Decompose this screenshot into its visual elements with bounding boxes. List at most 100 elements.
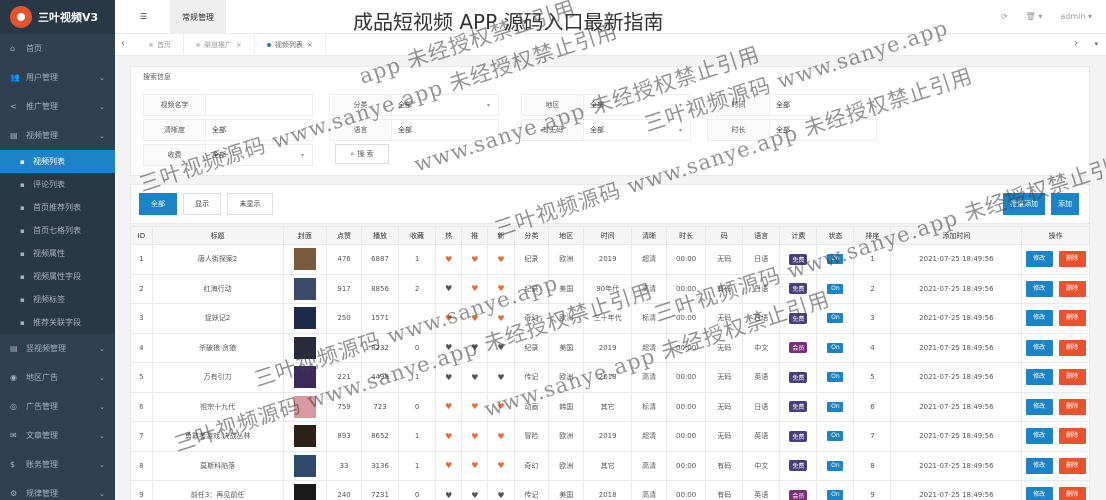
sidebar-subitem[interactable]: ▪ 首页推荐列表 (0, 196, 115, 219)
edit-button[interactable]: 修改 (1025, 369, 1053, 386)
add-button[interactable]: 添加 (1051, 193, 1079, 215)
column-header[interactable]: 时长 (666, 226, 707, 245)
column-header[interactable]: 排序 (853, 226, 892, 245)
heart-icon[interactable]: ♥ (445, 432, 452, 441)
edit-button[interactable]: 修改 (1025, 428, 1053, 445)
sidebar-item[interactable]: ◉ 地区广告 ⌄ (0, 363, 115, 392)
heart-icon[interactable]: ♥ (445, 491, 452, 500)
sidebar-item[interactable]: ⌂ 首页 (0, 34, 115, 63)
tab-scroll-left-icon[interactable]: ‹ (121, 38, 125, 49)
sidebar-item[interactable]: ▤ 视频管理 ⌄ (0, 121, 115, 150)
sidebar-item[interactable]: $ 账务管理 ⌄ (0, 450, 115, 479)
column-header[interactable]: 清晰 (631, 226, 668, 245)
cover-thumbnail[interactable] (293, 248, 316, 271)
cover-thumbnail[interactable] (293, 425, 316, 448)
status-toggle[interactable]: On (827, 490, 844, 500)
table-row[interactable]: 5 万有引力 221 4499 1 ♥ ♥ ♥ 传记 欧洲 2018 高清 00:00 无码 英语 免费 On 5… (130, 362, 1090, 393)
sidebar-subitem[interactable]: ▪ 推荐关联字段 (0, 311, 115, 334)
brand[interactable]: 三叶视频V3 (0, 0, 115, 34)
status-toggle[interactable]: On (827, 254, 844, 265)
heart-icon[interactable]: ♥ (445, 402, 452, 411)
tab-menu-icon[interactable]: ▾ (1094, 40, 1098, 48)
status-toggle[interactable]: On (827, 431, 844, 442)
delete-button[interactable]: 删除 (1058, 398, 1086, 415)
tab-2[interactable]: 视频列表 × (255, 34, 326, 56)
refresh-icon[interactable]: ⟳ (1001, 12, 1008, 21)
edit-button[interactable]: 修改 (1025, 280, 1053, 297)
column-header[interactable]: 时间 (583, 226, 633, 245)
delete-button[interactable]: 删除 (1058, 457, 1086, 474)
edit-button[interactable]: 修改 (1025, 398, 1053, 415)
close-icon[interactable]: × (307, 41, 313, 49)
cover-thumbnail[interactable] (293, 277, 316, 300)
heart-icon[interactable]: ♥ (471, 461, 478, 470)
heart-icon[interactable]: ♥ (445, 343, 452, 352)
sidebar-item[interactable]: ◎ 广告管理 ⌄ (0, 392, 115, 421)
search-input[interactable]: 全部 (769, 119, 877, 141)
sidebar-subitem[interactable]: ▪ 视频标签 (0, 288, 115, 311)
search-select[interactable]: 全部 ▾ (391, 94, 499, 116)
sidebar-subitem[interactable]: ▪ 视频属性字段 (0, 265, 115, 288)
search-select[interactable]: 全部 ▾ (583, 119, 691, 141)
column-header[interactable]: 码 (705, 226, 744, 245)
heart-icon[interactable]: ♥ (445, 255, 452, 264)
heart-icon[interactable]: ♥ (471, 255, 478, 264)
heart-icon[interactable]: ♥ (445, 373, 452, 382)
column-header[interactable]: 语言 (742, 226, 781, 245)
table-row[interactable]: 8 莫斯科陷落 33 3136 1 ♥ ♥ ♥ 奇幻 欧洲 其它 高清 00:00 有码 中文 免费 On 8 20… (130, 450, 1090, 481)
table-row[interactable]: 9 前任3：再见前任 240 7231 0 ♥ ♥ ♥ 传记 美国 2018 高清 00:00 有码 英语会… (130, 480, 1090, 500)
table-row[interactable]: 2 红海行动 917 8856 2 ♥ ♥ ♥ 纪录 美国 90年代 高清 00:00 有码 日语 免费 On 2… (130, 273, 1090, 304)
status-toggle[interactable]: On (827, 372, 844, 383)
cover-thumbnail[interactable] (293, 454, 316, 477)
heart-icon[interactable]: ♥ (497, 314, 504, 323)
heart-icon[interactable]: ♥ (471, 491, 478, 500)
status-toggle[interactable]: On (827, 460, 844, 471)
status-toggle[interactable]: On (827, 283, 844, 294)
heart-icon[interactable]: ♥ (497, 461, 504, 470)
heart-icon[interactable]: ♥ (471, 432, 478, 441)
delete-button[interactable]: 删除 (1058, 369, 1086, 386)
cover-thumbnail[interactable] (293, 484, 316, 500)
menu-toggle-icon[interactable]: ☰ (140, 12, 147, 21)
column-header[interactable]: 播放 (360, 226, 400, 245)
search-button[interactable]: ⌕ 搜 索 (335, 144, 389, 164)
sidebar-item[interactable]: < 推广管理 ⌄ (0, 92, 115, 121)
heart-icon[interactable]: ♥ (497, 402, 504, 411)
table-row[interactable]: 3 捉妖记2 250 1571 ♥ ♥ ♥ 奇幻 欧洲 三十年代 标清 00:00 无码 日语 免费 On 3 2… (130, 303, 1090, 334)
table-row[interactable]: 1 唐人街探案2 476 6887 1 ♥ ♥ ♥ 纪录 欧洲 2019 超清 00:00 无码 日语 免费 O… (130, 244, 1090, 275)
cover-thumbnail[interactable] (293, 336, 316, 359)
cover-thumbnail[interactable] (293, 395, 316, 418)
delete-button[interactable]: 删除 (1058, 310, 1086, 327)
heart-icon[interactable]: ♥ (471, 343, 478, 352)
heart-icon[interactable]: ♥ (445, 284, 452, 293)
delete-button[interactable]: 删除 (1058, 280, 1086, 297)
column-header[interactable]: 操作 (1021, 226, 1090, 245)
status-toggle[interactable]: On (827, 342, 844, 353)
heart-icon[interactable]: ♥ (497, 373, 504, 382)
sidebar-item[interactable]: 👥 用户管理 ⌄ (0, 63, 115, 92)
heart-icon[interactable]: ♥ (471, 373, 478, 382)
edit-button[interactable]: 修改 (1025, 487, 1053, 500)
column-header[interactable]: 收藏 (398, 226, 437, 245)
heart-icon[interactable]: ♥ (497, 343, 504, 352)
heart-icon[interactable]: ♥ (445, 314, 452, 323)
heart-icon[interactable]: ♥ (497, 432, 504, 441)
delete-button[interactable]: 删除 (1058, 487, 1086, 500)
cover-thumbnail[interactable] (293, 307, 316, 330)
column-header[interactable]: 计费 (779, 226, 818, 245)
column-header[interactable]: ID (130, 226, 153, 245)
table-row[interactable]: 4 杀破狼·贪狼 8232 0 ♥ ♥ ♥ 纪录 美国 2019 超清 00:00 无码 中文 会员 On 4 2… (130, 332, 1090, 363)
close-icon[interactable]: × (236, 41, 242, 49)
filter-show-button[interactable]: 显示 (183, 193, 221, 215)
edit-button[interactable]: 修改 (1025, 310, 1053, 327)
user-menu[interactable]: admin ▾ (1060, 12, 1092, 21)
search-input[interactable]: 全部 (769, 94, 877, 116)
heart-icon[interactable]: ♥ (497, 255, 504, 264)
search-select[interactable]: 全部 ▾ (205, 144, 313, 166)
delete-button[interactable]: 删除 (1058, 428, 1086, 445)
column-header[interactable]: 封面 (282, 226, 328, 245)
tab-1[interactable]: 渠道推广 × (184, 34, 255, 56)
sidebar-item[interactable]: ✉ 文章管理 ⌄ (0, 421, 115, 450)
search-select[interactable]: 全部 ▾ (205, 119, 313, 141)
sidebar-subitem[interactable]: ▪ 评论列表 (0, 173, 115, 196)
